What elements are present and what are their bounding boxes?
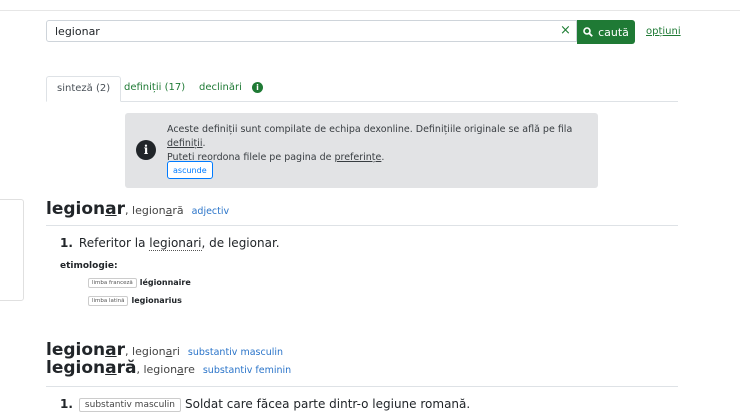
lemma: legionar <box>46 199 126 219</box>
definitions-link[interactable]: definiții <box>167 138 203 149</box>
side-panel <box>0 199 24 301</box>
language-tag: limba latină <box>88 296 129 306</box>
definition-link[interactable]: legionari <box>149 236 202 251</box>
top-bar <box>0 0 740 11</box>
search-button[interactable]: caută <box>577 20 635 44</box>
hide-button[interactable]: ascunde <box>167 161 213 179</box>
tab-bar: sinteză (2) definiții (17) declinări i <box>46 76 678 102</box>
definition: 1. substantiv masculin Soldat care făcea p… <box>60 397 470 412</box>
search-bar: × caută <box>46 20 635 44</box>
definition-text: , de legionar. <box>201 236 280 250</box>
definition-text: Referitor la <box>78 236 150 250</box>
search-icon <box>583 27 593 37</box>
divider <box>46 386 678 387</box>
preferences-link[interactable]: preferințe <box>334 152 381 163</box>
tab-definitions[interactable]: definiții (17) <box>114 76 195 100</box>
options-link[interactable]: opțiuni <box>646 26 681 37</box>
entry-1-header: legionar, legionară adjectiv <box>46 199 229 219</box>
notice-text-part: . <box>202 138 206 149</box>
definition: 1. Referitor la legionari, de legionar. <box>60 236 280 251</box>
language-tag: limba franceză <box>88 278 137 288</box>
tab-synthesis[interactable]: sinteză (2) <box>46 76 122 102</box>
notice-text: Aceste definiții sunt compilate de echip… <box>167 123 587 165</box>
etymon: légionnaire <box>139 278 191 287</box>
entry-2-header: legionar, legionari substantiv masculin <box>46 340 283 360</box>
lemma: legionară <box>46 358 137 378</box>
search-input[interactable] <box>46 20 577 42</box>
tab-declensions[interactable]: declinări <box>189 76 252 100</box>
part-of-speech[interactable]: adjectiv <box>192 206 230 217</box>
inflected-forms: , legionare <box>136 363 195 376</box>
inflected-forms: , legionară <box>125 204 184 217</box>
etymology-item: limba franceză légionnaire <box>88 278 191 288</box>
etymology-item: limba latină legionarius <box>88 296 182 306</box>
inflected-forms: , legionari <box>125 345 180 358</box>
notice-text-part: Aceste definiții sunt compilate de echip… <box>167 124 573 135</box>
part-of-speech[interactable]: substantiv masculin <box>188 347 283 358</box>
lemma: legionar <box>46 340 126 360</box>
etymon: legionarius <box>131 296 182 305</box>
clear-icon[interactable]: × <box>560 23 571 38</box>
definition-number: 1. <box>60 397 73 411</box>
definition-text: Soldat care făcea parte dintr-o legiune … <box>185 397 471 411</box>
notice-text-part: . <box>381 152 385 163</box>
divider <box>46 225 678 226</box>
definition-number: 1. <box>60 236 73 250</box>
entry-2-header-feminine: legionară, legionare substantiv feminin <box>46 358 291 378</box>
etymology-label: etimologie: <box>60 261 118 271</box>
info-icon[interactable]: i <box>252 82 263 93</box>
info-circle-icon: i <box>136 140 156 160</box>
search-button-label: caută <box>598 25 629 39</box>
grammar-tag: substantiv masculin <box>78 398 182 412</box>
part-of-speech[interactable]: substantiv feminin <box>203 365 291 376</box>
info-notice: i Aceste definiții sunt compilate de ech… <box>125 113 598 188</box>
